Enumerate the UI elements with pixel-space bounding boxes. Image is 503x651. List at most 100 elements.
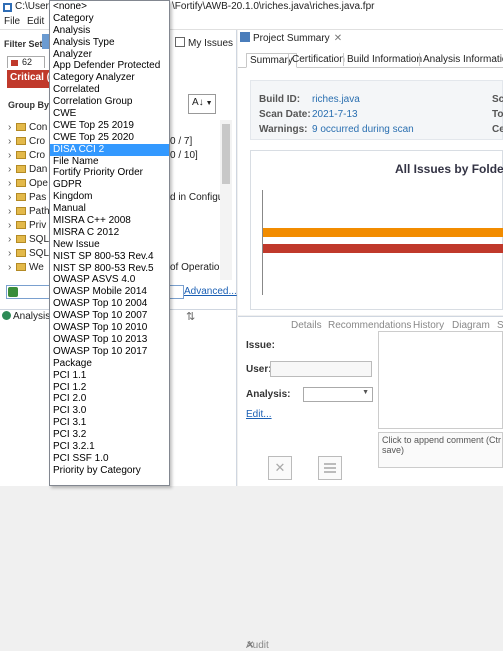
analysis-label: Analysis: (246, 389, 291, 400)
my-issues-checkbox[interactable] (175, 37, 185, 47)
dropdown-option[interactable]: NIST SP 800-53 Rev.4 (50, 251, 169, 263)
critical-header[interactable]: Critical ( (7, 70, 49, 88)
remove-button[interactable]: ✕ (268, 456, 292, 480)
sort-button[interactable]: A↓ ▼ (188, 94, 216, 114)
dropdown-option[interactable]: New Issue (50, 239, 169, 251)
panel-toolbar-icons[interactable]: ⇅ (186, 310, 195, 323)
tree-item[interactable]: › Ope (8, 178, 48, 192)
dropdown-option[interactable]: PCI 3.0 (50, 405, 169, 417)
tab-analysis[interactable]: Analysis (2, 311, 50, 322)
tree-scrollbar[interactable] (220, 120, 232, 280)
dropdown-option[interactable]: OWASP Top 10 2004 (50, 298, 169, 310)
list-button[interactable] (318, 456, 342, 480)
dropdown-option[interactable]: GDPR (50, 179, 169, 191)
tree-item[interactable]: › Dan (8, 164, 47, 178)
comments-area[interactable] (378, 331, 503, 429)
dropdown-option[interactable]: OWASP Top 10 2007 (50, 310, 169, 322)
tab-diagram[interactable]: Diagram (452, 320, 490, 331)
dropdown-option[interactable]: OWASP ASVS 4.0 (50, 274, 169, 286)
tree-item[interactable]: › Pas (8, 192, 46, 206)
user-label: User: (246, 364, 272, 375)
scrollbar-thumb[interactable] (222, 124, 230, 184)
dropdown-option[interactable]: Analysis (50, 25, 169, 37)
close-icon[interactable]: ✕ (334, 33, 342, 44)
group-by-dropdown[interactable]: <none> Category Analysis Analysis Type Analy… (49, 0, 170, 486)
dropdown-option[interactable]: CWE (50, 108, 169, 120)
dropdown-option[interactable]: <none> (50, 1, 169, 13)
tab-certification[interactable]: Certification (288, 53, 348, 66)
dropdown-option[interactable]: CWE Top 25 2020 (50, 132, 169, 144)
dropdown-option[interactable]: Category Analyzer (50, 72, 169, 84)
dropdown-option[interactable]: Kingdom (50, 191, 169, 203)
comment-input[interactable]: Click to append comment (Ctr save) (378, 432, 503, 468)
list-icon (324, 463, 336, 473)
dropdown-option[interactable]: Package (50, 358, 169, 370)
user-field[interactable] (270, 361, 372, 377)
dropdown-option[interactable]: Correlation Group (50, 96, 169, 108)
title-path-right: \Fortify\AWB-20.1.0\riches.java\riches.j… (172, 1, 375, 12)
tab-analysis-information[interactable]: Analysis Information (419, 53, 503, 66)
dropdown-option[interactable]: Correlated (50, 84, 169, 96)
dropdown-option[interactable]: PCI 3.2 (50, 429, 169, 441)
dropdown-option[interactable]: OWASP Mobile 2014 (50, 286, 169, 298)
chevron-right-icon: › (8, 178, 12, 189)
dropdown-option[interactable]: OWASP Top 10 2013 (50, 334, 169, 346)
menu-edit[interactable]: Edit (27, 16, 44, 27)
summary-icon (240, 32, 250, 42)
folder-icon (16, 193, 26, 201)
my-issues-toggle[interactable]: My Issues (175, 37, 233, 49)
tab-more[interactable]: S (497, 320, 503, 331)
tab-project-summary[interactable]: Project Summary ✕ (240, 32, 342, 48)
warnings-value[interactable]: 9 occurred during scan (312, 124, 414, 135)
tree-item[interactable]: › SQL (8, 248, 49, 262)
dropdown-option[interactable]: Priority by Category (50, 465, 169, 477)
tree-item[interactable]: › Cro (8, 136, 45, 150)
tab-details[interactable]: Details (291, 320, 322, 331)
dropdown-option[interactable]: Analyzer (50, 49, 169, 61)
edit-link[interactable]: Edit... (246, 409, 272, 420)
folder-icon (16, 151, 26, 159)
tree-item[interactable]: › We (8, 262, 44, 276)
tab-critical-count[interactable]: 62 (7, 56, 45, 68)
dropdown-option[interactable]: MISRA C 2012 (50, 227, 169, 239)
dropdown-option[interactable]: Analysis Type (50, 37, 169, 49)
dropdown-option[interactable]: MISRA C++ 2008 (50, 215, 169, 227)
scan-date-value: 2021-7-13 (312, 109, 358, 120)
tree-item[interactable]: › Con (8, 122, 47, 136)
dropdown-option[interactable]: PCI 3.2.1 (50, 441, 169, 453)
tree-item[interactable]: › SQL (8, 234, 49, 248)
tree-item[interactable]: › Priv (8, 220, 46, 234)
dropdown-option[interactable]: Manual (50, 203, 169, 215)
dropdown-option[interactable]: PCI 3.1 (50, 417, 169, 429)
folder-icon (16, 207, 26, 215)
search-icon[interactable] (8, 287, 18, 297)
dropdown-option[interactable]: NIST SP 800-53 Rev.5 (50, 263, 169, 275)
dropdown-option[interactable]: PCI 1.1 (50, 370, 169, 382)
my-issues-label: My Issues (188, 38, 234, 49)
dropdown-option[interactable]: CWE Top 25 2019 (50, 120, 169, 132)
dropdown-option[interactable]: OWASP Top 10 2017 (50, 346, 169, 358)
tree-item[interactable]: › Cro (8, 150, 45, 164)
menu-file[interactable]: File (4, 16, 20, 27)
tab-recommendations[interactable]: Recommendations (328, 320, 411, 331)
tab-build-information[interactable]: Build Information (343, 53, 425, 66)
close-icon[interactable]: ✕ (246, 640, 254, 651)
tab-history[interactable]: History (413, 320, 444, 331)
dropdown-option[interactable]: OWASP Top 10 2010 (50, 322, 169, 334)
folder-icon (16, 137, 26, 145)
chevron-down-icon: ▼ (362, 389, 369, 396)
dropdown-option[interactable]: PCI 2.0 (50, 393, 169, 405)
chevron-right-icon: › (8, 136, 12, 147)
dropdown-option[interactable]: DISA CCI 2 (50, 143, 169, 156)
tree-item[interactable]: › Path (8, 206, 50, 220)
dropdown-option[interactable]: App Defender Protected (50, 60, 169, 72)
dropdown-option[interactable]: Fortify Priority Order (50, 167, 169, 179)
warnings-label: Warnings: (259, 124, 308, 135)
dropdown-option[interactable]: Category (50, 13, 169, 25)
dropdown-option[interactable]: PCI 1.2 (50, 382, 169, 394)
dropdown-option[interactable]: File Name (50, 156, 169, 168)
advanced-link[interactable]: Advanced... (184, 286, 237, 297)
analysis-select[interactable]: ▼ (303, 387, 373, 402)
dropdown-option[interactable]: PCI SSF 1.0 (50, 453, 169, 465)
chart-title: All Issues by Folder (395, 162, 503, 176)
